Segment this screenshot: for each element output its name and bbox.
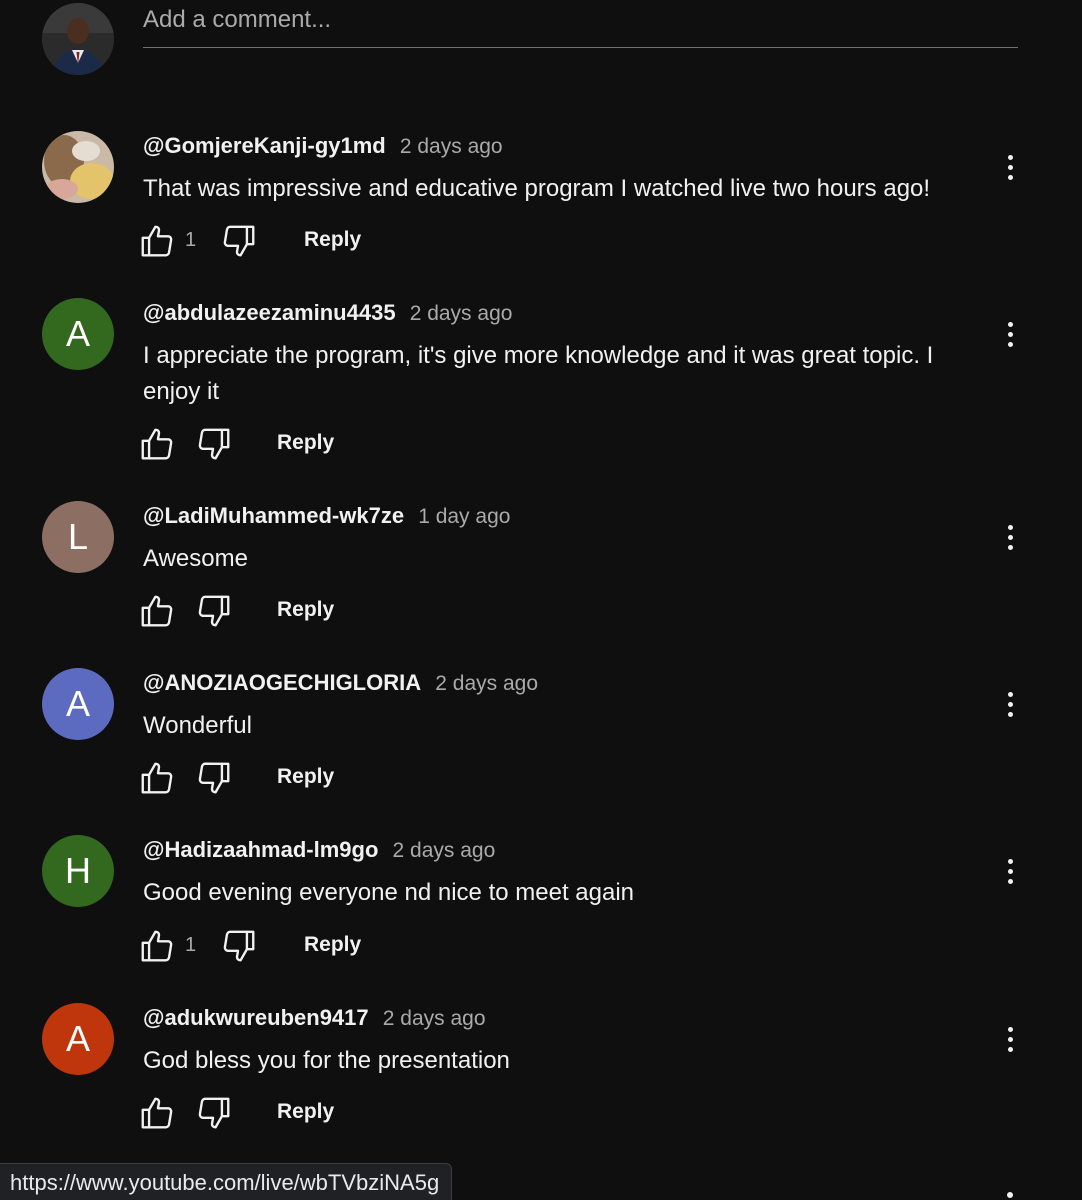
thumb-up-icon (141, 762, 173, 794)
comment-menu-icon[interactable] (995, 684, 1025, 724)
thumb-down-icon (223, 225, 255, 257)
commenter-avatar[interactable]: L (42, 501, 114, 573)
comment-timestamp[interactable]: 1 day ago (418, 505, 510, 528)
like-count: 1 (185, 229, 197, 251)
dislike-button[interactable] (195, 592, 233, 630)
comment-author[interactable]: @adukwureuben9417 (143, 1005, 369, 1030)
comment-actions: Reply (138, 592, 538, 632)
avatar-letter: H (65, 850, 91, 891)
comment-header: @GomjereKanji-gy1md 2 days ago (143, 133, 503, 159)
comment-text: Wonderful (143, 712, 252, 739)
comment-menu-icon[interactable] (995, 851, 1025, 891)
avatar-letter: A (65, 683, 90, 724)
comment-header: @Hadizaahmad-lm9go 2 days ago (143, 837, 495, 863)
comment-actions: 1 Reply (138, 927, 538, 967)
reply-button[interactable]: Reply (277, 1100, 334, 1124)
comment-timestamp[interactable]: 2 days ago (400, 135, 503, 158)
current-user-avatar[interactable] (42, 3, 114, 75)
reply-button[interactable]: Reply (304, 228, 361, 252)
comment-author[interactable]: @LadiMuhammed-wk7ze (143, 503, 404, 528)
reply-button[interactable]: Reply (277, 598, 334, 622)
comment-author[interactable]: @ANOZIAOGECHIGLORIA (143, 670, 421, 695)
like-button[interactable] (138, 1094, 176, 1132)
avatar-letter: A (65, 313, 90, 354)
comment-menu-icon[interactable] (995, 314, 1025, 354)
comment-text: God bless you for the presentation (143, 1047, 510, 1074)
comment-author[interactable]: @GomjereKanji-gy1md (143, 133, 386, 158)
comment-text: I appreciate the program, it's give more… (143, 342, 934, 405)
thumb-up-icon (141, 595, 173, 627)
comment-timestamp[interactable]: 2 days ago (435, 672, 538, 695)
thumb-down-icon (198, 595, 230, 627)
comment-header: @LadiMuhammed-wk7ze 1 day ago (143, 503, 510, 529)
thumb-up-icon (141, 225, 173, 257)
comment-timestamp[interactable]: 2 days ago (383, 1007, 486, 1030)
comment-menu-icon[interactable] (995, 1019, 1025, 1059)
like-count: 1 (185, 934, 197, 956)
comment-text: That was impressive and educative progra… (143, 175, 931, 202)
comment-actions: Reply (138, 759, 538, 799)
like-button[interactable] (138, 425, 176, 463)
dislike-button[interactable] (195, 1094, 233, 1132)
comment-menu-icon[interactable] (995, 517, 1025, 557)
thumb-down-icon (198, 1097, 230, 1129)
avatar-letter: L (67, 516, 89, 557)
comment-menu-icon[interactable] (995, 147, 1025, 187)
comment-input-placeholder: Add a comment... (143, 6, 332, 33)
dislike-button[interactable] (195, 759, 233, 797)
like-button[interactable] (138, 592, 176, 630)
status-bar-url: https://www.youtube.com/live/wbTVbziNA5g (0, 1163, 453, 1200)
reply-button[interactable]: Reply (277, 431, 334, 455)
thumb-up-icon (141, 1097, 173, 1129)
thumb-up-icon (141, 930, 173, 962)
reply-button[interactable]: Reply (277, 765, 334, 789)
commenter-avatar[interactable]: H (42, 835, 114, 907)
like-button[interactable] (138, 927, 176, 965)
commenter-avatar[interactable]: A (42, 668, 114, 740)
commenter-avatar[interactable]: A (42, 1003, 114, 1075)
comment-text: Awesome (143, 545, 248, 572)
comment-actions: 1 Reply (138, 222, 538, 262)
commenter-avatar[interactable] (42, 131, 114, 203)
comment-actions: Reply (138, 425, 538, 465)
comment-author[interactable]: @abdulazeezaminu4435 (143, 300, 396, 325)
thumb-up-icon (141, 428, 173, 460)
reply-button[interactable]: Reply (304, 933, 361, 957)
thumb-down-icon (198, 762, 230, 794)
comment-header: @abdulazeezaminu4435 2 days ago (143, 300, 512, 326)
comment-header: @adukwureuben9417 2 days ago (143, 1005, 486, 1031)
comment-timestamp[interactable]: 2 days ago (410, 302, 513, 325)
comment-timestamp[interactable]: 2 days ago (393, 839, 496, 862)
dislike-button[interactable] (220, 222, 258, 260)
comment-input[interactable]: Add a comment... (143, 0, 1018, 48)
comment-text: Good evening everyone nd nice to meet ag… (143, 879, 635, 906)
comment-actions: Reply (138, 1094, 538, 1134)
add-comment-row: Add a comment... (0, 0, 1082, 80)
thumb-down-icon (223, 930, 255, 962)
comment-author[interactable]: @Hadizaahmad-lm9go (143, 837, 378, 862)
comments-section: Add a comment... @GomjereKanji-gy1md 2 d… (0, 0, 1082, 1200)
next-comment-menu-icon[interactable] (1007, 1192, 1013, 1198)
thumb-down-icon (198, 428, 230, 460)
dislike-button[interactable] (195, 425, 233, 463)
like-button[interactable] (138, 222, 176, 260)
commenter-avatar[interactable]: A (42, 298, 114, 370)
like-button[interactable] (138, 759, 176, 797)
comment-header: @ANOZIAOGECHIGLORIA 2 days ago (143, 670, 538, 696)
avatar-letter: A (65, 1018, 90, 1059)
dislike-button[interactable] (220, 927, 258, 965)
